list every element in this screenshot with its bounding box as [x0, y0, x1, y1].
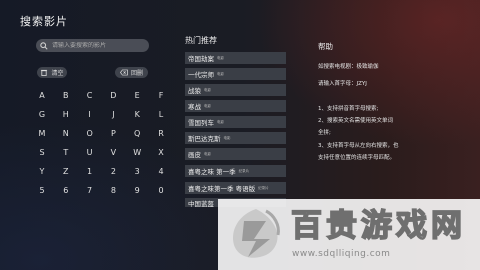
key-3[interactable]: 3	[129, 165, 145, 179]
clear-button[interactable]: 清空	[37, 67, 67, 78]
key-x[interactable]: X	[153, 146, 169, 160]
help-tip: 3、支持首字母从左向右搜索，也	[318, 143, 399, 149]
key-q[interactable]: Q	[129, 127, 145, 141]
hot-item-title: 帝国劫案	[188, 55, 214, 63]
hot-item-category: 纪录片	[258, 185, 269, 190]
key-7[interactable]: 7	[82, 184, 98, 198]
key-j[interactable]: J	[105, 108, 121, 122]
key-u[interactable]: U	[82, 146, 98, 160]
key-m[interactable]: M	[34, 127, 50, 141]
key-l[interactable]: L	[153, 108, 169, 122]
help-tip: 1、支持拼音首字母搜索;	[318, 106, 379, 112]
hot-item-category: 电影	[217, 71, 224, 76]
hot-item[interactable]: 喜粤之味第一季 粤语版 纪录片	[185, 182, 286, 194]
help-example: 如搜索电视剧：极致瑜伽	[318, 64, 379, 70]
hot-item-category: 电影	[217, 55, 224, 60]
key-1[interactable]: 1	[82, 165, 98, 179]
key-w[interactable]: W	[129, 146, 145, 160]
hot-title: 热门推荐	[185, 36, 217, 45]
hot-item-title: 喜粤之味第一季 粤语版	[188, 185, 256, 193]
key-y[interactable]: Y	[34, 165, 50, 179]
key-z[interactable]: Z	[58, 165, 74, 179]
hot-item[interactable]: 帝国劫案 电影	[185, 52, 286, 64]
key-5[interactable]: 5	[34, 184, 50, 198]
watermark-text: 百贵游戏网	[290, 207, 466, 245]
help-example-input: 请输入首字母：JZYJ	[318, 81, 367, 87]
key-d[interactable]: D	[105, 89, 121, 103]
help-tip: 全拼;	[318, 130, 331, 136]
key-h[interactable]: H	[58, 108, 74, 122]
key-f[interactable]: F	[153, 89, 169, 103]
hot-item-title: 雪国列车	[188, 119, 214, 127]
search-box[interactable]	[36, 39, 149, 52]
hot-item-category: 电影	[204, 87, 211, 92]
key-g[interactable]: G	[34, 108, 50, 122]
key-c[interactable]: C	[82, 89, 98, 103]
key-n[interactable]: N	[58, 127, 74, 141]
watermark-logo-icon	[232, 209, 280, 258]
key-p[interactable]: P	[105, 127, 121, 141]
hot-item-category: 电影	[204, 103, 211, 108]
key-i[interactable]: I	[82, 108, 98, 122]
hot-item-title: 喜粤之味 第一季	[188, 168, 236, 176]
page-title: 搜索影片	[20, 15, 68, 28]
key-2[interactable]: 2	[105, 165, 121, 179]
key-o[interactable]: O	[82, 127, 98, 141]
hot-item-title: 中国蓝盔	[188, 200, 214, 207]
help-tip: 支持任意位置的连续字母匹配。	[318, 155, 396, 161]
hot-item[interactable]: 喜粤之味 第一季 纪录片	[185, 165, 286, 177]
key-r[interactable]: R	[153, 127, 169, 141]
hot-item[interactable]: 寒战 电影	[185, 100, 286, 112]
backspace-icon	[120, 69, 128, 76]
key-k[interactable]: K	[129, 108, 145, 122]
key-b[interactable]: B	[58, 89, 74, 103]
key-8[interactable]: 8	[105, 184, 121, 198]
key-s[interactable]: S	[34, 146, 50, 160]
watermark-url: www.sdqlliqing.com	[292, 249, 391, 259]
search-icon	[40, 41, 48, 50]
hot-item[interactable]: 斯巴达克斯 电影	[185, 132, 286, 144]
key-t[interactable]: T	[58, 146, 74, 160]
key-9[interactable]: 9	[129, 184, 145, 198]
key-6[interactable]: 6	[58, 184, 74, 198]
clear-label: 清空	[51, 70, 64, 77]
hot-item-category: 电影	[223, 135, 231, 140]
hot-item-title: 寒战	[188, 103, 201, 111]
hot-item-title: 画皮	[188, 151, 201, 159]
hot-item-title: 斯巴达克斯	[188, 135, 221, 143]
hot-item[interactable]: 画皮 电影	[185, 148, 286, 160]
hot-item-category: 电影	[204, 151, 211, 156]
hot-item-title: 战狼	[188, 87, 201, 95]
help-title: 帮助	[318, 42, 333, 51]
key-a[interactable]: A	[34, 89, 50, 103]
backspace-label: 回删	[130, 70, 143, 77]
key-e[interactable]: E	[129, 89, 145, 103]
help-tip: 2、搜索英文名需使用英文单词	[318, 118, 394, 124]
trash-icon	[41, 69, 48, 76]
hot-item[interactable]: 一代宗师 电影	[185, 68, 286, 80]
hot-item[interactable]: 雪国列车 电影	[185, 116, 286, 128]
hot-item-category: 电影	[217, 119, 224, 124]
key-0[interactable]: 0	[153, 184, 169, 198]
key-v[interactable]: V	[105, 146, 121, 160]
hot-item[interactable]: 战狼 电影	[185, 84, 286, 96]
backspace-button[interactable]: 回删	[115, 67, 148, 78]
search-input[interactable]	[52, 42, 142, 49]
hot-item-category: 纪录片	[238, 168, 250, 173]
hot-item-title: 一代宗师	[188, 71, 214, 79]
key-4[interactable]: 4	[153, 165, 169, 179]
